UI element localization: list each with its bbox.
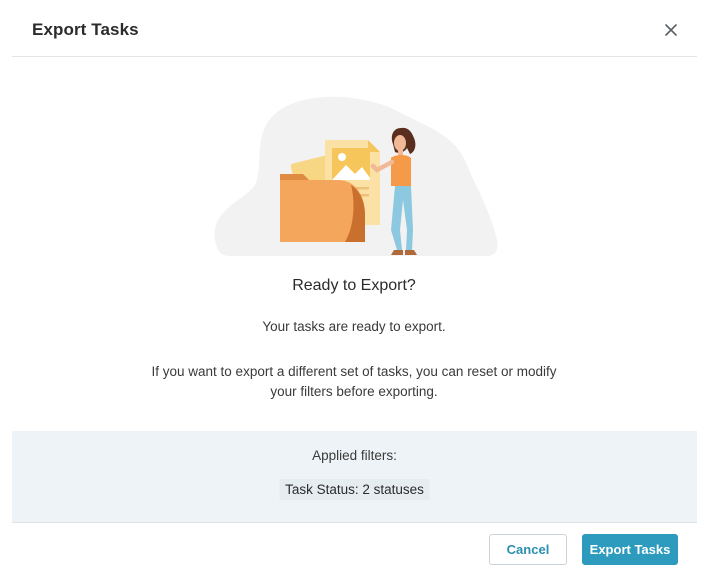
folder-with-documents-illustration <box>214 96 498 256</box>
applied-filters-panel: Applied filters: Task Status: 2 statuses <box>12 431 697 523</box>
cancel-button[interactable]: Cancel <box>489 534 567 565</box>
filter-hint: If you want to export a different set of… <box>0 362 708 402</box>
close-button[interactable] <box>661 20 681 40</box>
export-tasks-button[interactable]: Export Tasks <box>582 534 678 565</box>
filter-chip-task-status: Task Status: 2 statuses <box>279 479 430 500</box>
applied-filters-label: Applied filters: <box>312 448 397 463</box>
ready-description: Your tasks are ready to export. <box>262 319 446 334</box>
export-tasks-dialog: Export Tasks Ready to Export? Your tasks… <box>0 0 708 574</box>
ready-heading: Ready to Export? <box>292 277 416 294</box>
close-icon <box>665 24 677 36</box>
filter-hint-line-2: your filters before exporting. <box>270 384 438 399</box>
dialog-title: Export Tasks <box>32 20 139 39</box>
dialog-header: Export Tasks <box>12 0 697 57</box>
filter-hint-line-1: If you want to export a different set of… <box>151 364 557 379</box>
